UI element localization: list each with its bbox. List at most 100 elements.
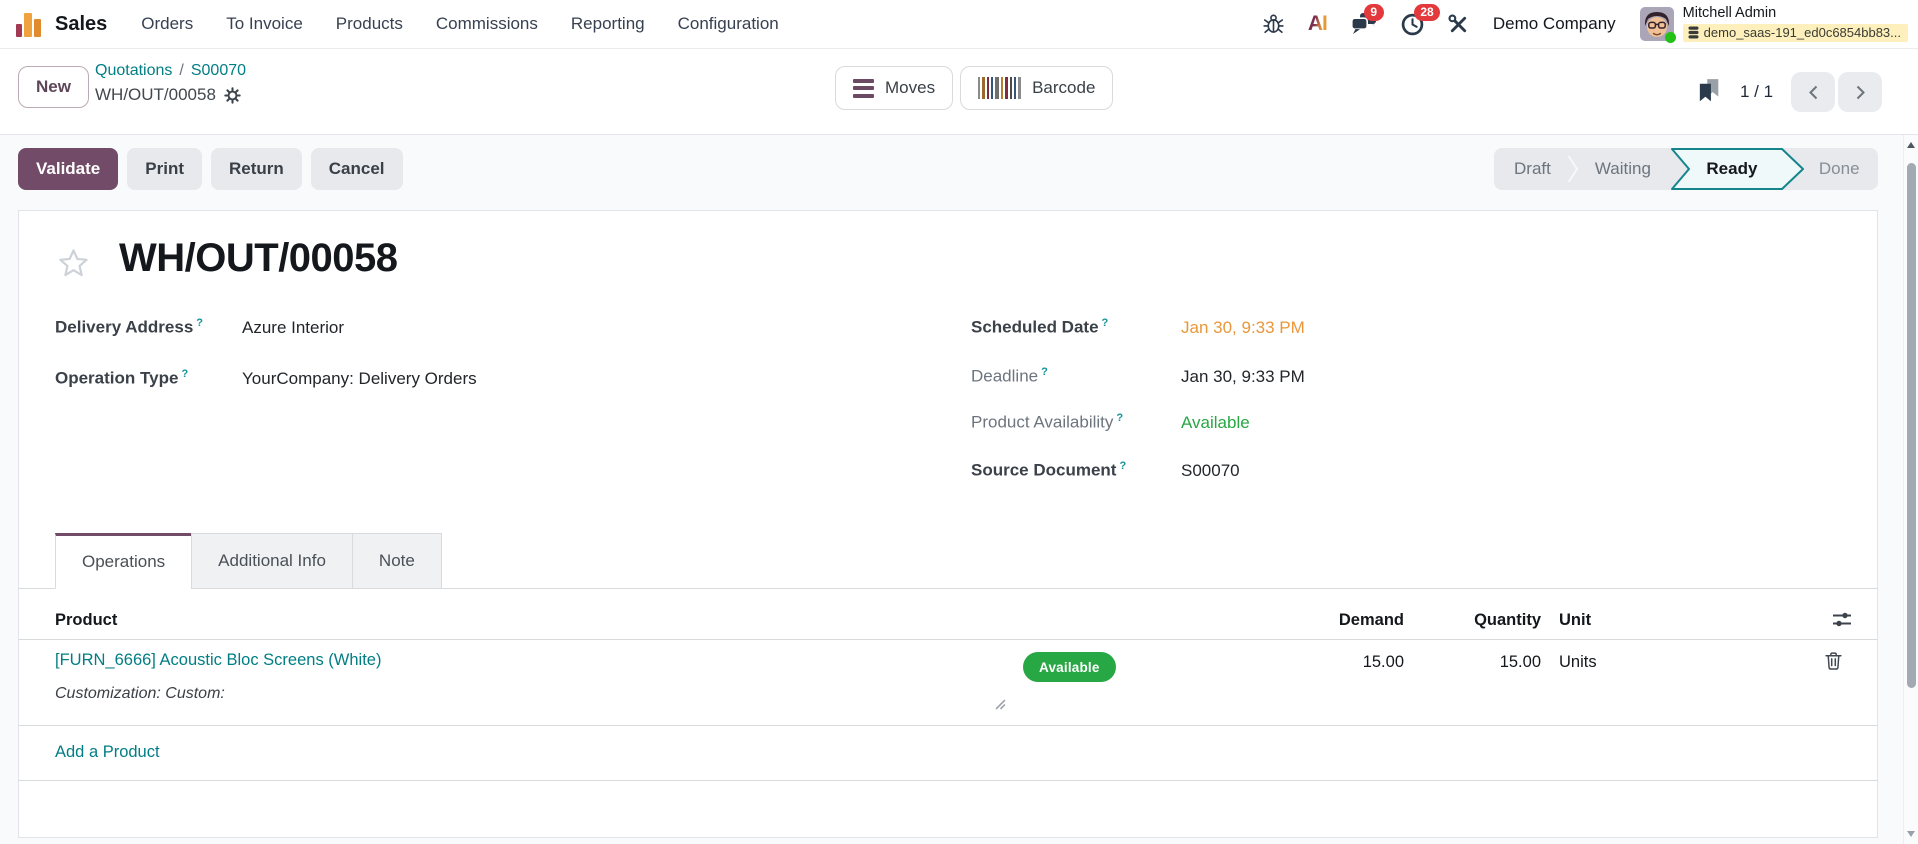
breadcrumb-separator: / — [179, 62, 184, 79]
cancel-button[interactable]: Cancel — [310, 148, 403, 190]
product-availability-label: Product Availability? — [971, 412, 1124, 432]
help-marker[interactable]: ? — [1119, 460, 1126, 472]
print-button[interactable]: Print — [127, 148, 202, 190]
column-header-quantity[interactable]: Quantity — [1341, 601, 1541, 639]
moves-list-icon — [853, 78, 874, 98]
gear-icon[interactable] — [224, 86, 241, 104]
record-title: WH/OUT/00058 — [119, 236, 398, 280]
scrollbar-thumb[interactable] — [1906, 163, 1916, 688]
pager-previous-button[interactable] — [1791, 72, 1836, 112]
column-header-unit[interactable]: Unit — [1559, 601, 1591, 639]
control-panel: New Quotations / S00070 WH/OUT/00058 Mov… — [0, 49, 1918, 135]
chevron-right-icon — [1856, 85, 1865, 99]
scheduled-date-value[interactable]: Jan 30, 9:33 PM — [1181, 318, 1305, 338]
table-footer-divider — [19, 780, 1877, 781]
status-step-ready-label: Ready — [1706, 159, 1758, 178]
barcode-icon — [978, 77, 1022, 99]
help-marker[interactable]: ? — [1116, 412, 1123, 424]
help-marker[interactable]: ? — [181, 368, 188, 380]
quantity-cell[interactable]: 15.00 — [1341, 653, 1541, 672]
status-step-draft[interactable]: Draft — [1498, 159, 1567, 179]
product-description[interactable]: Customization: Custom: — [55, 685, 225, 703]
favorite-star-icon[interactable] — [57, 247, 90, 280]
navbar-right: AI 9 28 Demo Company Mitchell Admin demo… — [1263, 0, 1918, 48]
navbar-left: Sales Orders To Invoice Products Commiss… — [0, 0, 812, 48]
tab-additional-info[interactable]: Additional Info — [191, 533, 353, 589]
menu-commissions[interactable]: Commissions — [436, 14, 538, 34]
menu-reporting[interactable]: Reporting — [571, 14, 645, 34]
activities-menu[interactable]: 28 — [1401, 3, 1441, 36]
logo-bar-3 — [34, 19, 41, 37]
delete-row-trash-icon[interactable] — [1825, 651, 1842, 670]
optional-columns-icon[interactable] — [1831, 610, 1853, 629]
table-row-divider — [19, 725, 1877, 726]
help-marker[interactable]: ? — [1041, 366, 1048, 378]
help-marker[interactable]: ? — [1102, 317, 1109, 329]
breadcrumb-sale-order-link[interactable]: S00070 — [191, 62, 246, 80]
source-document-label: Source Document? — [971, 460, 1127, 480]
moves-button[interactable]: Moves — [835, 66, 954, 110]
unit-cell[interactable]: Units — [1559, 653, 1597, 672]
user-menu[interactable]: Mitchell Admin demo_saas-191_ed0c6854bb8… — [1639, 5, 1908, 43]
messages-badge: 9 — [1363, 3, 1384, 22]
breadcrumb-current-line: WH/OUT/00058 — [95, 85, 246, 105]
database-label: demo_saas-191_ed0c6854bb83... — [1703, 24, 1901, 40]
vertical-scrollbar[interactable] — [1903, 135, 1918, 844]
user-name: Mitchell Admin — [1682, 5, 1777, 22]
delivery-address-value[interactable]: Azure Interior — [242, 318, 344, 338]
odoo-inventory-delivery-page: Sales Orders To Invoice Products Commiss… — [0, 0, 1918, 844]
sales-app-icon[interactable] — [16, 11, 43, 37]
status-step-ready-active[interactable]: Ready — [1670, 148, 1805, 190]
top-navbar: Sales Orders To Invoice Products Commiss… — [0, 0, 1918, 49]
scrollbar-up-arrow-icon[interactable] — [1907, 142, 1915, 148]
new-button[interactable]: New — [18, 66, 89, 108]
product-link[interactable]: [FURN_6666] Acoustic Bloc Screens (White… — [55, 651, 381, 670]
return-button[interactable]: Return — [211, 148, 302, 190]
delivery-address-label: Delivery Address? — [55, 317, 204, 337]
menu-products[interactable]: Products — [336, 14, 403, 34]
breadcrumb-quotations-link[interactable]: Quotations — [95, 62, 172, 80]
scrollbar-down-arrow-icon[interactable] — [1907, 831, 1915, 837]
product-availability-value: Available — [1181, 413, 1250, 432]
tab-operations[interactable]: Operations — [55, 533, 193, 589]
database-icon — [1688, 26, 1699, 39]
app-name[interactable]: Sales — [55, 13, 107, 36]
form-sheet: WH/OUT/00058 Delivery Address? Azure Int… — [18, 210, 1878, 838]
statusbar: Draft Waiting Ready Done — [1494, 148, 1878, 190]
add-a-product-link[interactable]: Add a Product — [55, 725, 160, 780]
source-document-value[interactable]: S00070 — [1181, 461, 1240, 481]
status-step-done[interactable]: Done — [1809, 159, 1876, 179]
column-header-product[interactable]: Product — [55, 601, 117, 639]
menu-orders[interactable]: Orders — [141, 14, 193, 34]
ai-assistant-icon[interactable]: AI — [1308, 12, 1328, 36]
deadline-value: Jan 30, 9:33 PM — [1181, 367, 1305, 386]
breadcrumb-top-line: Quotations / S00070 — [95, 62, 246, 80]
activities-badge: 28 — [1413, 3, 1441, 22]
debug-bug-icon[interactable] — [1263, 13, 1284, 35]
status-step-waiting[interactable]: Waiting — [1579, 159, 1667, 179]
breadcrumb-current-record: WH/OUT/00058 — [95, 85, 216, 104]
avatar — [1639, 7, 1676, 43]
online-status-dot — [1664, 32, 1676, 43]
scheduled-date-label: Scheduled Date? — [971, 317, 1109, 337]
company-switcher[interactable]: Demo Company — [1493, 14, 1616, 34]
operation-type-value[interactable]: YourCompany: Delivery Orders — [242, 369, 477, 389]
logo-bar-2 — [24, 13, 32, 37]
pager-next-button[interactable] — [1838, 72, 1883, 112]
page-body: Validate Print Return Cancel Draft Waiti… — [0, 135, 1918, 844]
tab-note[interactable]: Note — [351, 533, 442, 589]
barcode-button[interactable]: Barcode — [960, 66, 1114, 110]
user-meta: Mitchell Admin demo_saas-191_ed0c6854bb8… — [1682, 5, 1908, 42]
validate-button[interactable]: Validate — [18, 148, 119, 190]
breadcrumb: Quotations / S00070 WH/OUT/00058 — [95, 62, 246, 105]
tools-icon[interactable] — [1448, 13, 1469, 35]
moves-button-label: Moves — [885, 78, 936, 97]
messages-menu[interactable]: 9 — [1350, 3, 1384, 36]
menu-to-invoice[interactable]: To Invoice — [226, 14, 303, 34]
status-separator-icon — [1567, 153, 1579, 185]
bookmark-icon[interactable] — [1698, 79, 1722, 105]
textarea-resize-grip[interactable] — [995, 699, 1006, 710]
operation-type-label: Operation Type? — [55, 368, 189, 388]
help-marker[interactable]: ? — [196, 317, 203, 329]
menu-configuration[interactable]: Configuration — [678, 14, 779, 34]
